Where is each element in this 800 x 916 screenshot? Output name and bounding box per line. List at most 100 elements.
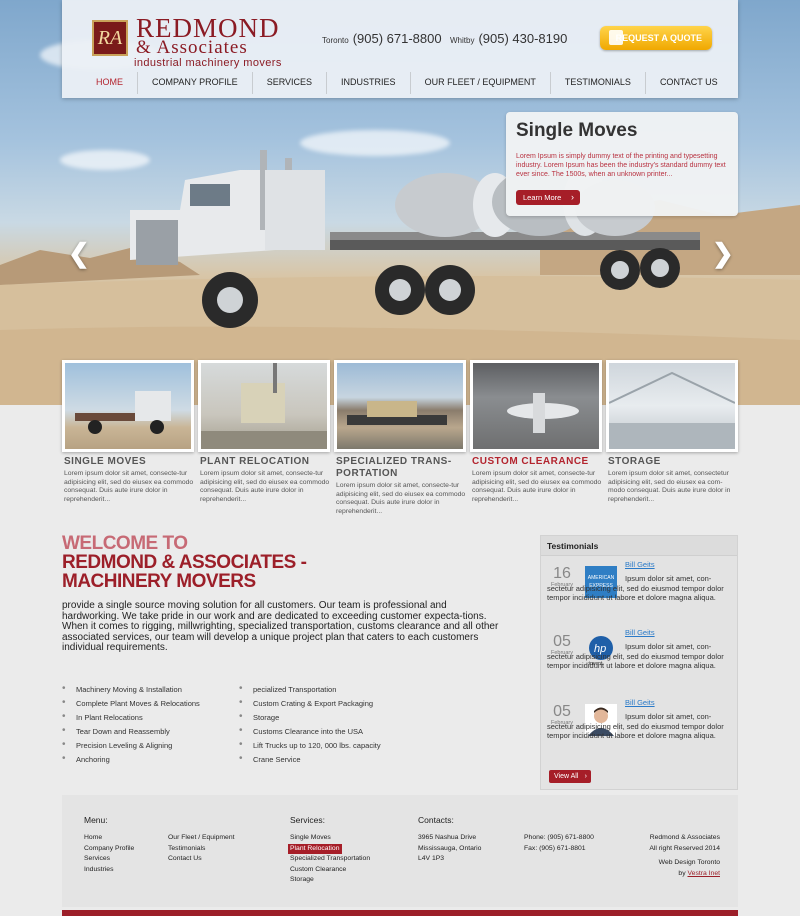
warehouse-thumb bbox=[609, 371, 735, 449]
welcome-heading: WELCOME TO REDMOND & ASSOCIATES - MACHIN… bbox=[62, 533, 307, 592]
footer-link-contact[interactable]: Contact Us bbox=[168, 854, 235, 865]
footer-phone: Phone: (905) 671-8800 bbox=[524, 834, 594, 841]
nav-home[interactable]: HOME bbox=[82, 72, 138, 94]
list-item: Customs Clearance into the USA bbox=[239, 726, 381, 741]
footer-link-custom-clearance[interactable]: Custom Clearance bbox=[290, 865, 370, 876]
list-item: Custom Crating & Export Packaging bbox=[239, 698, 381, 713]
footer-services-heading: Services: bbox=[290, 815, 325, 825]
service-image[interactable] bbox=[334, 360, 466, 452]
logo-tagline: industrial machinery movers bbox=[134, 57, 282, 69]
testimonial-author-link[interactable]: Bill Geits bbox=[625, 628, 655, 637]
view-all-button[interactable]: View All › bbox=[549, 770, 591, 783]
footer-link-home[interactable]: Home bbox=[84, 833, 134, 844]
phone-city: Toronto bbox=[322, 36, 349, 45]
airplane-thumb bbox=[507, 393, 579, 433]
testimonial-author-link[interactable]: Bill Geits bbox=[625, 698, 655, 707]
footer-contacts-heading: Contacts: bbox=[418, 815, 454, 825]
testimonial-text: Ipsum dolor sit amet, con-sectetur adipi… bbox=[547, 642, 724, 670]
service-specialized-transportation[interactable]: SPECIALIZED TRANS-PORTATION Lorem ipsum … bbox=[334, 360, 466, 515]
nav-fleet[interactable]: OUR FLEET / EQUIPMENT bbox=[411, 72, 551, 94]
welcome-paragraph-1: provide a single source moving solution … bbox=[62, 600, 487, 622]
list-item: Tear Down and Reassembly bbox=[62, 726, 200, 741]
footer-link-fleet[interactable]: Our Fleet / Equipment bbox=[168, 833, 235, 844]
request-quote-button[interactable]: REQUEST A QUOTE bbox=[600, 26, 712, 50]
logo-subtitle: & Associates bbox=[136, 37, 248, 58]
service-text: Lorem ipsum dolor sit amet, consecte-tur… bbox=[64, 470, 194, 503]
quote-hand-icon bbox=[609, 30, 623, 45]
logo-mark[interactable]: RA bbox=[92, 20, 128, 56]
chevron-right-icon: › bbox=[584, 773, 587, 780]
list-item: Complete Plant Moves & Relocations bbox=[62, 698, 200, 713]
footer-link-testimonials[interactable]: Testimonials bbox=[168, 844, 235, 855]
slider-next-arrow[interactable]: ❯ bbox=[712, 238, 734, 269]
web-design-label: Web Design Toronto bbox=[658, 859, 720, 866]
footer-link-services[interactable]: Services bbox=[84, 854, 134, 865]
phone-whitby: Whitby (905) 430-8190 bbox=[450, 31, 567, 46]
footer-menu-heading: Menu: bbox=[84, 815, 108, 825]
service-image[interactable] bbox=[470, 360, 602, 452]
service-title[interactable]: CUSTOM CLEARANCE bbox=[472, 456, 602, 468]
site-header: RA REDMOND & Associates industrial machi… bbox=[62, 0, 738, 98]
footer-link-storage[interactable]: Storage bbox=[290, 875, 370, 886]
footer-link-plant-relocation[interactable]: Plant Relocation bbox=[288, 843, 342, 854]
nav-contact[interactable]: CONTACT US bbox=[646, 72, 732, 94]
list-item: In Plant Relocations bbox=[62, 712, 200, 727]
footer-menu-col-1: Home Company Profile Services Industries bbox=[84, 833, 134, 875]
service-plant-relocation[interactable]: PLANT RELOCATION Lorem ipsum dolor sit a… bbox=[198, 360, 330, 503]
footer-link-single-moves[interactable]: Single Moves bbox=[290, 833, 370, 844]
main-nav: HOME COMPANY PROFILE SERVICES INDUSTRIES… bbox=[82, 72, 722, 94]
service-custom-clearance[interactable]: CUSTOM CLEARANCE Lorem ipsum dolor sit a… bbox=[470, 360, 602, 503]
service-title[interactable]: SINGLE MOVES bbox=[64, 456, 194, 468]
slide-caption: Single Moves Lorem Ipsum is simply dummy… bbox=[506, 112, 738, 216]
nav-testimonials[interactable]: TESTIMONIALS bbox=[551, 72, 646, 94]
transport-thumb bbox=[347, 401, 447, 425]
service-single-moves[interactable]: SINGLE MOVES Lorem ipsum dolor sit amet,… bbox=[62, 360, 194, 503]
service-image[interactable] bbox=[606, 360, 738, 452]
footer-menu-col-2: Our Fleet / Equipment Testimonials Conta… bbox=[168, 833, 235, 865]
list-item: pecialized Transportation bbox=[239, 684, 381, 699]
service-text: Lorem ipsum dolor sit amet, consecte-tur… bbox=[336, 482, 466, 515]
testimonial-text: Ipsum dolor sit amet, con-sectetur adipi… bbox=[547, 712, 724, 740]
footer-copyright: Redmond & Associates All right Reserved … bbox=[649, 833, 720, 879]
truck-thumb bbox=[75, 391, 171, 434]
testimonial-author-link[interactable]: Bill Geits bbox=[625, 560, 655, 569]
service-title[interactable]: STORAGE bbox=[608, 456, 738, 468]
address-line: 3965 Nashua Drive bbox=[418, 834, 477, 841]
designer-credit: by Vestra Inet bbox=[649, 869, 720, 880]
service-text: Lorem ipsum dolor sit amet, consectetur … bbox=[608, 470, 731, 503]
service-title[interactable]: SPECIALIZED TRANS-PORTATION bbox=[336, 456, 466, 480]
footer-link-specialized-transportation[interactable]: Specialized Transportation bbox=[290, 854, 370, 865]
capabilities-list-right: pecialized Transportation Custom Crating… bbox=[239, 684, 381, 769]
footer-link-industries[interactable]: Industries bbox=[84, 865, 134, 876]
welcome-line-3: MACHINERY MOVERS bbox=[62, 571, 256, 592]
chevron-right-icon: › bbox=[571, 192, 574, 202]
nav-services[interactable]: SERVICES bbox=[253, 72, 328, 94]
phone-city: Whitby bbox=[450, 36, 475, 45]
phone-number: (905) 671-8800 bbox=[352, 31, 442, 46]
nav-industries[interactable]: INDUSTRIES bbox=[327, 72, 411, 94]
service-image[interactable] bbox=[198, 360, 330, 452]
welcome-line-2: REDMOND & ASSOCIATES - bbox=[62, 552, 307, 573]
testimonial-text: Ipsum dolor sit amet, con-sectetur adipi… bbox=[547, 574, 724, 602]
service-text: Lorem ipsum dolor sit amet, consecte-tur… bbox=[200, 470, 330, 503]
welcome-line-1: WELCOME TO bbox=[62, 533, 188, 554]
view-all-label: View All bbox=[554, 773, 579, 780]
service-image[interactable] bbox=[62, 360, 194, 452]
slide-title: Single Moves bbox=[516, 120, 638, 141]
list-item: Lift Trucks up to 120, 000 lbs. capacity bbox=[239, 740, 381, 755]
slide-text: Lorem Ipsum is simply dummy text of the … bbox=[516, 153, 726, 178]
footer-address: 3965 Nashua Drive Mississauga, Ontario L… bbox=[418, 833, 481, 865]
by-label: by bbox=[678, 869, 686, 877]
slider-prev-arrow[interactable]: ❮ bbox=[68, 238, 90, 269]
service-title[interactable]: PLANT RELOCATION bbox=[200, 456, 330, 468]
copyright-year: All right Reserved 2014 bbox=[649, 844, 720, 852]
nav-company-profile[interactable]: COMPANY PROFILE bbox=[138, 72, 253, 94]
designer-link[interactable]: Vestra Inet bbox=[688, 870, 721, 877]
footer-services-col: Single Moves Plant Relocation Specialize… bbox=[288, 833, 370, 886]
footer-link-plant-relocation-row: Plant Relocation bbox=[288, 843, 370, 854]
service-storage[interactable]: STORAGE Lorem ipsum dolor sit amet, cons… bbox=[606, 360, 738, 503]
phone-number: (905) 430-8190 bbox=[478, 31, 568, 46]
footer-link-company-profile[interactable]: Company Profile bbox=[84, 844, 134, 855]
learn-more-button[interactable]: Learn More › bbox=[516, 190, 580, 205]
address-line: L4V 1P3 bbox=[418, 855, 445, 862]
